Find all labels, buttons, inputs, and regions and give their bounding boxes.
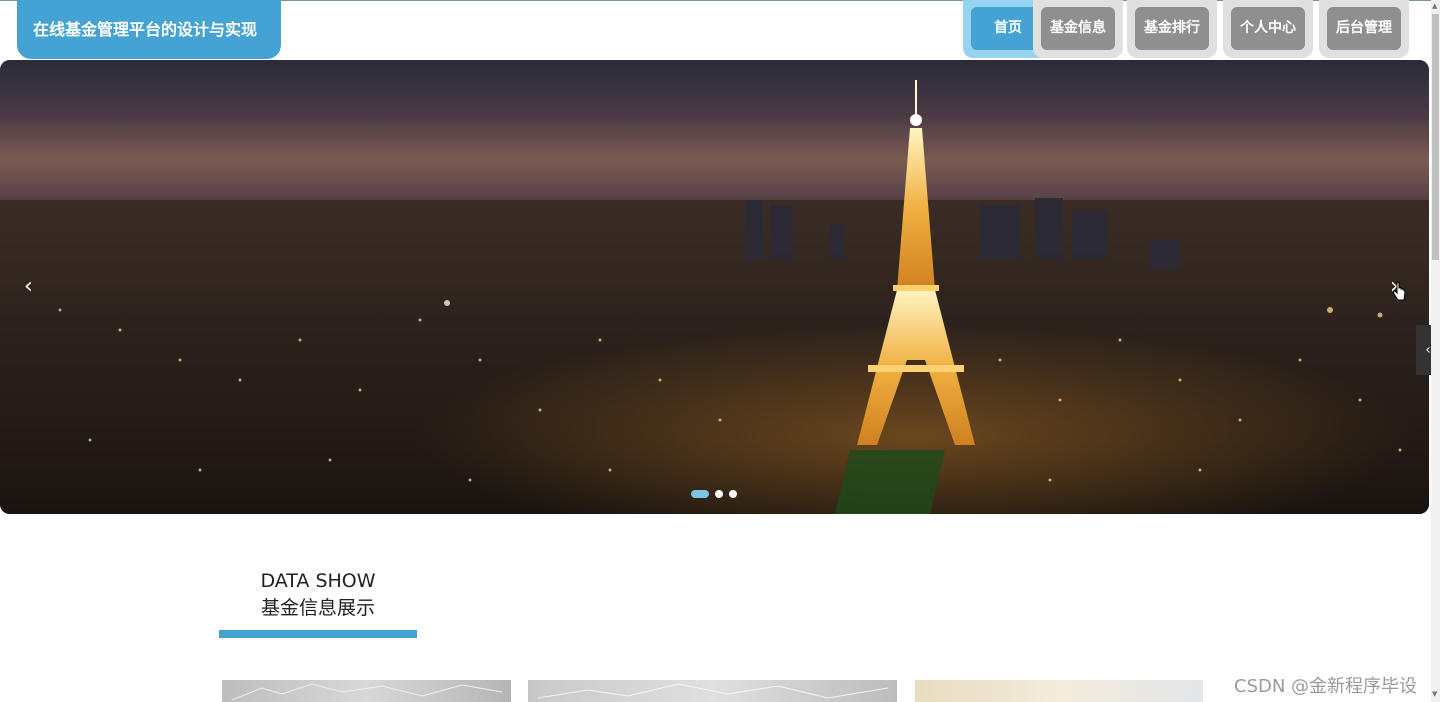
nav-item-personal-center[interactable]: 个人中心 bbox=[1223, 0, 1313, 58]
section-title-en: DATA SHOW bbox=[260, 570, 376, 592]
nav-item-fund-info[interactable]: 基金信息 bbox=[1033, 0, 1123, 58]
scroll-down-icon[interactable]: ▼ bbox=[1432, 690, 1437, 698]
page-scrollbar[interactable]: ▲ ▼ bbox=[1431, 0, 1440, 702]
csdn-watermark: CSDN @金新程序毕设 bbox=[1234, 676, 1418, 697]
scroll-up-icon[interactable]: ▲ bbox=[1432, 2, 1437, 10]
chart-thumbnail bbox=[537, 683, 889, 699]
nav-item-label[interactable]: 个人中心 bbox=[1231, 7, 1305, 50]
carousel-prev-arrow[interactable]: ‹ bbox=[24, 276, 33, 298]
page: 在线基金管理平台的设计与实现 首页 基金信息 基金排行 个人中心 后台管理 ‹ … bbox=[0, 0, 1440, 702]
site-title[interactable]: 在线基金管理平台的设计与实现 bbox=[17, 0, 281, 59]
fund-card-image[interactable] bbox=[915, 680, 1203, 702]
nav-item-label[interactable]: 基金排行 bbox=[1135, 7, 1209, 50]
section-underline bbox=[219, 630, 417, 638]
banner-image bbox=[0, 60, 1429, 514]
carousel-dot-2[interactable] bbox=[715, 490, 723, 498]
hand-cursor-icon bbox=[1393, 282, 1406, 301]
scrollbar-thumb[interactable] bbox=[1432, 14, 1439, 260]
section-heading: DATA SHOW 基金信息展示 bbox=[219, 568, 417, 622]
nav-item-fund-ranking[interactable]: 基金排行 bbox=[1127, 0, 1217, 58]
carousel-dot-3[interactable] bbox=[729, 490, 737, 498]
banner-carousel[interactable]: ‹ › bbox=[0, 60, 1429, 514]
nav-item-label[interactable]: 后台管理 bbox=[1327, 7, 1401, 50]
nav-item-label[interactable]: 基金信息 bbox=[1041, 7, 1115, 50]
section-title-cn: 基金信息展示 bbox=[260, 597, 375, 619]
chart-thumbnail bbox=[231, 683, 503, 701]
carousel-dot-1[interactable] bbox=[691, 490, 709, 498]
nav-item-admin[interactable]: 后台管理 bbox=[1319, 0, 1409, 58]
fund-card-image[interactable] bbox=[222, 680, 511, 702]
fund-card-image[interactable] bbox=[528, 680, 897, 702]
